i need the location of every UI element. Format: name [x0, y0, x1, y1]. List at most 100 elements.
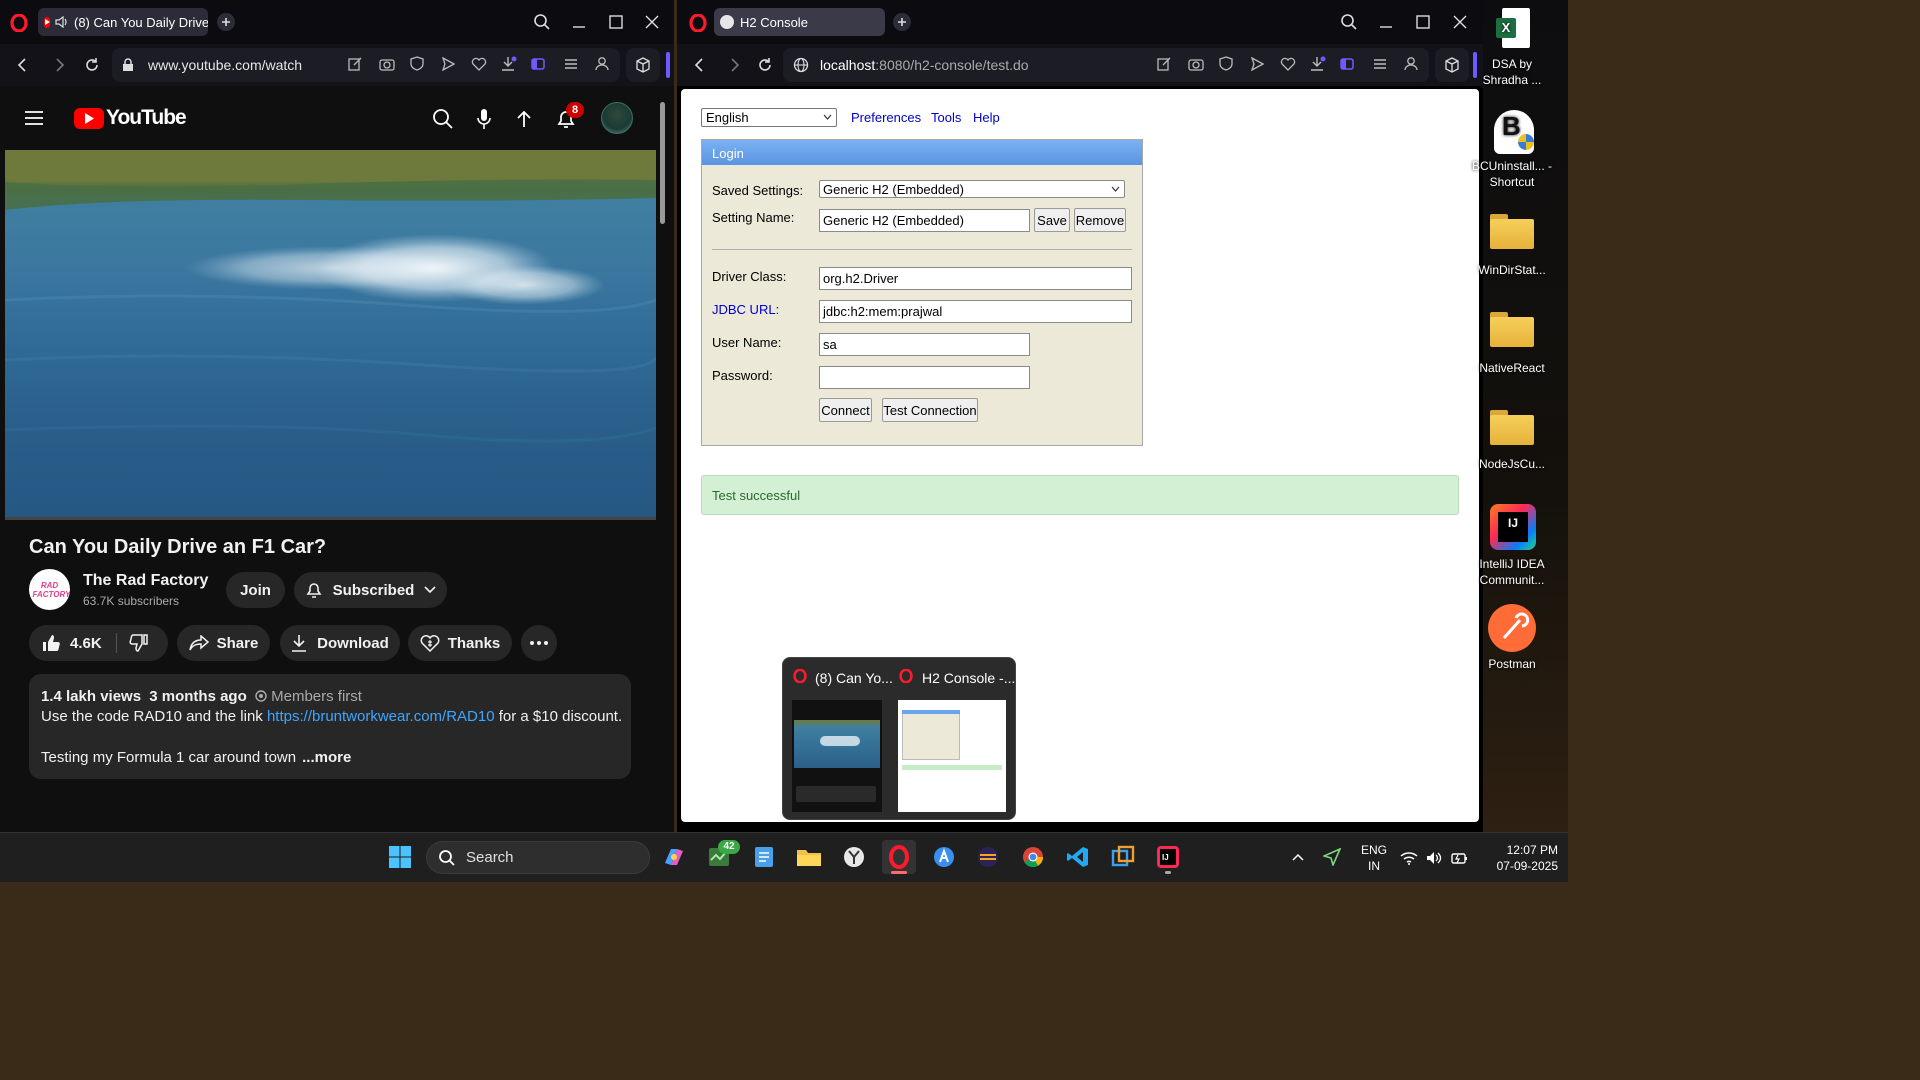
back-icon[interactable] [12, 55, 32, 75]
heart-icon[interactable] [471, 57, 487, 74]
dislike-button[interactable] [129, 633, 149, 653]
connect-button[interactable]: Connect [819, 398, 872, 422]
reload-icon[interactable] [755, 55, 775, 75]
opera-taskbar-icon[interactable] [882, 840, 916, 874]
minimize-icon[interactable] [569, 12, 589, 32]
download-icon[interactable] [501, 56, 517, 75]
youtube-logo[interactable]: YouTube [74, 106, 187, 129]
tab-youtube[interactable]: (8) Can You Daily Drive an F1 Car? - You… [38, 8, 208, 36]
new-tab-plus-icon[interactable] [893, 13, 911, 31]
taskbar-search-box[interactable]: Search [426, 841, 650, 874]
user-avatar[interactable] [601, 102, 633, 134]
scroll-thumb[interactable] [660, 102, 665, 224]
forward-icon[interactable] [50, 55, 70, 75]
microphone-icon[interactable] [473, 106, 495, 132]
multitask-app-icon[interactable] [1106, 840, 1140, 874]
menu-tools[interactable]: Tools [931, 110, 961, 125]
language-select[interactable]: English [701, 108, 837, 127]
task-manager-icon[interactable]: 42 [702, 840, 740, 874]
jdbc-url-label[interactable]: JDBC URL: [712, 302, 779, 317]
address-bar[interactable]: www.youtube.com/watch [112, 48, 620, 82]
subscribed-button[interactable]: Subscribed [294, 572, 447, 608]
maximize-icon[interactable] [606, 12, 626, 32]
start-button[interactable] [383, 840, 417, 874]
saved-settings-select[interactable]: Generic H2 (Embedded) [819, 180, 1125, 198]
like-button[interactable]: 4.6K [29, 633, 102, 653]
speaker-icon[interactable] [55, 16, 69, 28]
video-progress-bar[interactable] [5, 517, 656, 520]
heart-icon[interactable] [1280, 57, 1296, 74]
extensions-cube-icon[interactable] [1435, 48, 1469, 82]
easy-setup-icon[interactable] [564, 57, 578, 73]
chrome-icon[interactable] [1016, 840, 1050, 874]
desktop-item-postman[interactable]: Postman [1471, 604, 1553, 672]
desktop-item-intellij[interactable]: IJ IntelliJ IDEA Communit... [1471, 504, 1553, 588]
description-box[interactable]: 1.4 lakh views 3 months ago Members firs… [29, 674, 631, 779]
easy-setup-icon[interactable] [1373, 57, 1387, 73]
location-arrow-icon[interactable] [1318, 840, 1346, 874]
opera-logo-icon[interactable] [687, 12, 709, 34]
flow-send-icon[interactable] [441, 56, 456, 74]
join-button[interactable]: Join [226, 572, 285, 608]
file-explorer-icon[interactable] [792, 840, 826, 874]
desktop-item-windirstat[interactable]: WinDirStat... [1471, 210, 1553, 278]
snapshot-edit-icon[interactable] [348, 56, 363, 74]
camera-icon[interactable] [379, 57, 395, 74]
desktop-item-bcuninstaller[interactable]: B BCUninstall... - Shortcut [1471, 108, 1553, 190]
vpn-shield-icon[interactable] [1219, 56, 1233, 74]
menu-help[interactable]: Help [973, 110, 1000, 125]
channel-name[interactable]: The Rad Factory [83, 572, 208, 590]
preview-item-youtube[interactable]: (8) Can Yo... [789, 666, 893, 814]
password-field[interactable] [819, 366, 1030, 389]
intellij-taskbar-icon[interactable]: IJ [1151, 840, 1185, 874]
extensions-cube-icon[interactable] [626, 48, 660, 82]
profile-icon[interactable] [1404, 56, 1418, 74]
desktop-item-nativereact[interactable]: NativeReact [1471, 310, 1553, 376]
tab-h2-console[interactable]: H2 Console [714, 8, 885, 36]
preview-item-h2[interactable]: H2 Console -... [895, 666, 1015, 814]
notepad-icon[interactable] [747, 840, 781, 874]
reload-icon[interactable] [82, 55, 102, 75]
address-bar[interactable]: localhost:8080/h2-console/test.do [783, 48, 1429, 82]
flow-send-icon[interactable] [1250, 56, 1265, 74]
vscode-icon[interactable] [1061, 840, 1095, 874]
vpn-shield-icon[interactable] [410, 56, 424, 74]
search-tabs-icon[interactable] [532, 12, 552, 32]
copilot-icon[interactable] [657, 840, 691, 874]
setting-name-field[interactable]: Generic H2 (Embedded) [819, 209, 1030, 232]
desktop-item-nodejscu[interactable]: NodeJsCu... [1471, 410, 1553, 472]
camera-icon[interactable] [1188, 57, 1204, 74]
page-scrollbar[interactable] [660, 90, 666, 828]
eclipse-icon[interactable] [971, 840, 1005, 874]
system-tray-status[interactable] [1400, 848, 1472, 868]
language-indicator[interactable]: ENG IN [1358, 842, 1390, 874]
user-name-field[interactable]: sa [819, 333, 1030, 356]
remove-button[interactable]: Remove [1074, 208, 1126, 232]
save-button[interactable]: Save [1034, 208, 1070, 232]
download-button[interactable]: Download [280, 625, 400, 661]
minimize-icon[interactable] [1376, 12, 1396, 32]
video-player[interactable] [5, 150, 656, 517]
maximize-icon[interactable] [1413, 12, 1433, 32]
upload-icon[interactable] [513, 106, 535, 132]
close-icon[interactable] [1450, 12, 1470, 32]
close-icon[interactable] [642, 12, 662, 32]
sidebar-toggle-icon[interactable] [1340, 57, 1354, 73]
menu-preferences[interactable]: Preferences [851, 110, 921, 125]
snapshot-edit-icon[interactable] [1157, 56, 1172, 74]
search-icon[interactable] [430, 106, 456, 132]
forward-icon[interactable] [725, 55, 745, 75]
show-hidden-icons-chevron[interactable] [1284, 840, 1312, 874]
search-tabs-icon[interactable] [1339, 12, 1359, 32]
share-button[interactable]: Share [177, 625, 270, 661]
new-tab-plus-icon[interactable] [217, 13, 235, 31]
description-link[interactable]: https://bruntworkwear.com/RAD10 [267, 708, 495, 725]
menu-hamburger-icon[interactable] [22, 106, 46, 130]
back-icon[interactable] [689, 55, 709, 75]
channel-avatar[interactable]: RAD FACTORY [29, 569, 70, 610]
clock-app-icon[interactable] [837, 840, 871, 874]
driver-class-field[interactable]: org.h2.Driver [819, 267, 1132, 290]
sidebar-toggle-icon[interactable] [531, 57, 545, 73]
clock[interactable]: 12:07 PM 07-09-2025 [1478, 842, 1558, 874]
opera-logo-icon[interactable] [8, 12, 30, 34]
